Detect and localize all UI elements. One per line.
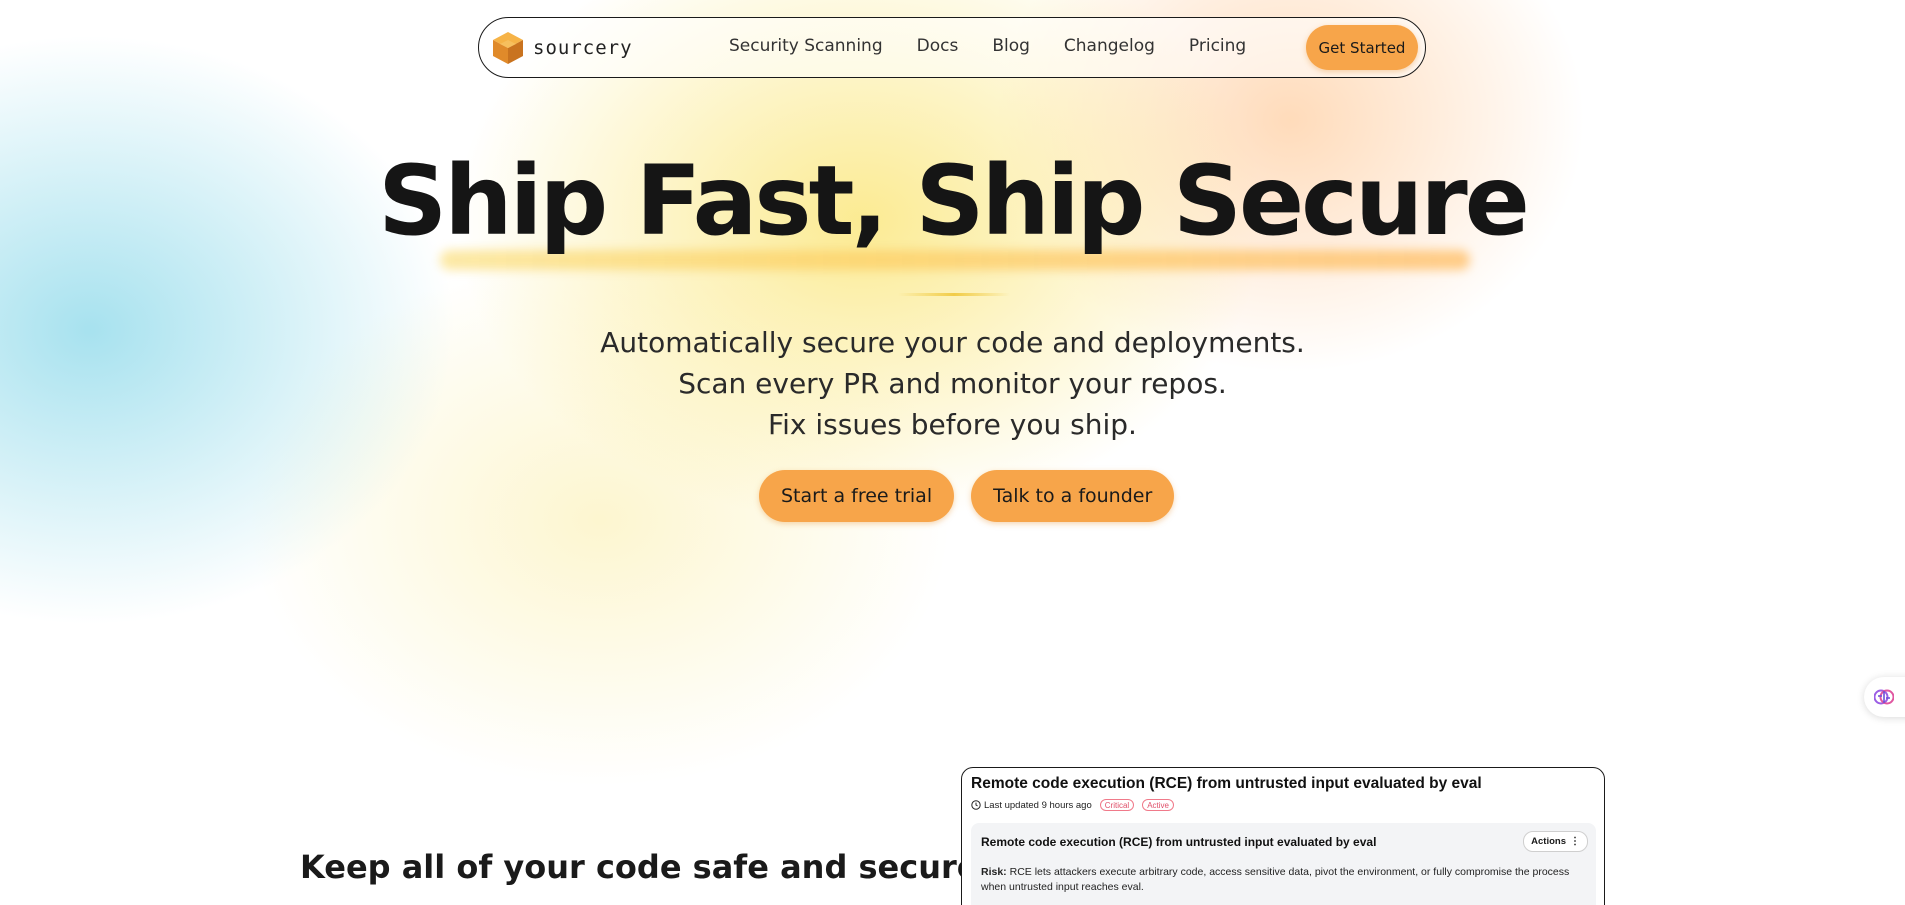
- severity-badge: Critical: [1099, 799, 1135, 811]
- brain-icon: [1874, 689, 1894, 705]
- status-badge: Active: [1142, 799, 1175, 811]
- issue-title: Remote code execution (RCE) from untrust…: [971, 775, 1482, 792]
- hero-subtitle-line: Automatically secure your code and deplo…: [600, 326, 1305, 359]
- floating-assistant-button[interactable]: [1864, 677, 1905, 717]
- issue-detail-panel: Remote code execution (RCE) from untrust…: [971, 823, 1596, 905]
- brand-logo[interactable]: sourcery: [491, 30, 633, 66]
- sourcery-cube-icon: [493, 32, 523, 64]
- hero-title: Ship Fast, Ship Secure: [378, 145, 1530, 257]
- clock-icon: [971, 800, 981, 810]
- hero-divider: [898, 293, 1010, 296]
- hero-cta-group: Start a free trial Talk to a founder: [759, 470, 1191, 522]
- actions-label: Actions: [1531, 836, 1566, 847]
- hero-subtitle-line: Fix issues before you ship.: [768, 408, 1137, 441]
- hero-subtitle-line: Scan every PR and monitor your repos.: [678, 367, 1227, 400]
- nav-link-changelog[interactable]: Changelog: [1064, 36, 1155, 56]
- nav-link-blog[interactable]: Blog: [992, 36, 1030, 56]
- issue-detail-title: Remote code execution (RCE) from untrust…: [981, 835, 1377, 849]
- get-started-button[interactable]: Get Started: [1306, 25, 1418, 70]
- issue-meta: Last updated 9 hours ago Critical Active: [971, 799, 1175, 811]
- issue-updated: Last updated 9 hours ago: [984, 799, 1092, 811]
- brand-name: sourcery: [533, 37, 633, 59]
- nav-link-pricing[interactable]: Pricing: [1189, 36, 1246, 56]
- nav-link-security-scanning[interactable]: Security Scanning: [729, 36, 883, 56]
- kebab-menu-icon: ⋮: [1570, 836, 1580, 847]
- risk-description: Risk: RCE lets attackers execute arbitra…: [981, 865, 1581, 895]
- hero-subtitle: Automatically secure your code and deplo…: [0, 322, 1905, 445]
- nav-link-docs[interactable]: Docs: [917, 36, 959, 56]
- landing-page: sourcery Security Scanning Docs Blog Cha…: [0, 0, 1905, 905]
- top-nav: sourcery Security Scanning Docs Blog Cha…: [478, 17, 1426, 78]
- section-heading: Keep all of your code safe and secure.: [300, 848, 991, 886]
- actions-button[interactable]: Actions ⋮: [1523, 831, 1588, 852]
- nav-links: Security Scanning Docs Blog Changelog Pr…: [729, 36, 1280, 56]
- risk-text: RCE lets attackers execute arbitrary cod…: [981, 866, 1570, 893]
- start-free-trial-button[interactable]: Start a free trial: [759, 470, 955, 522]
- talk-to-founder-button[interactable]: Talk to a founder: [971, 470, 1175, 522]
- issue-card: Remote code execution (RCE) from untrust…: [961, 767, 1605, 905]
- risk-label: Risk:: [981, 866, 1007, 878]
